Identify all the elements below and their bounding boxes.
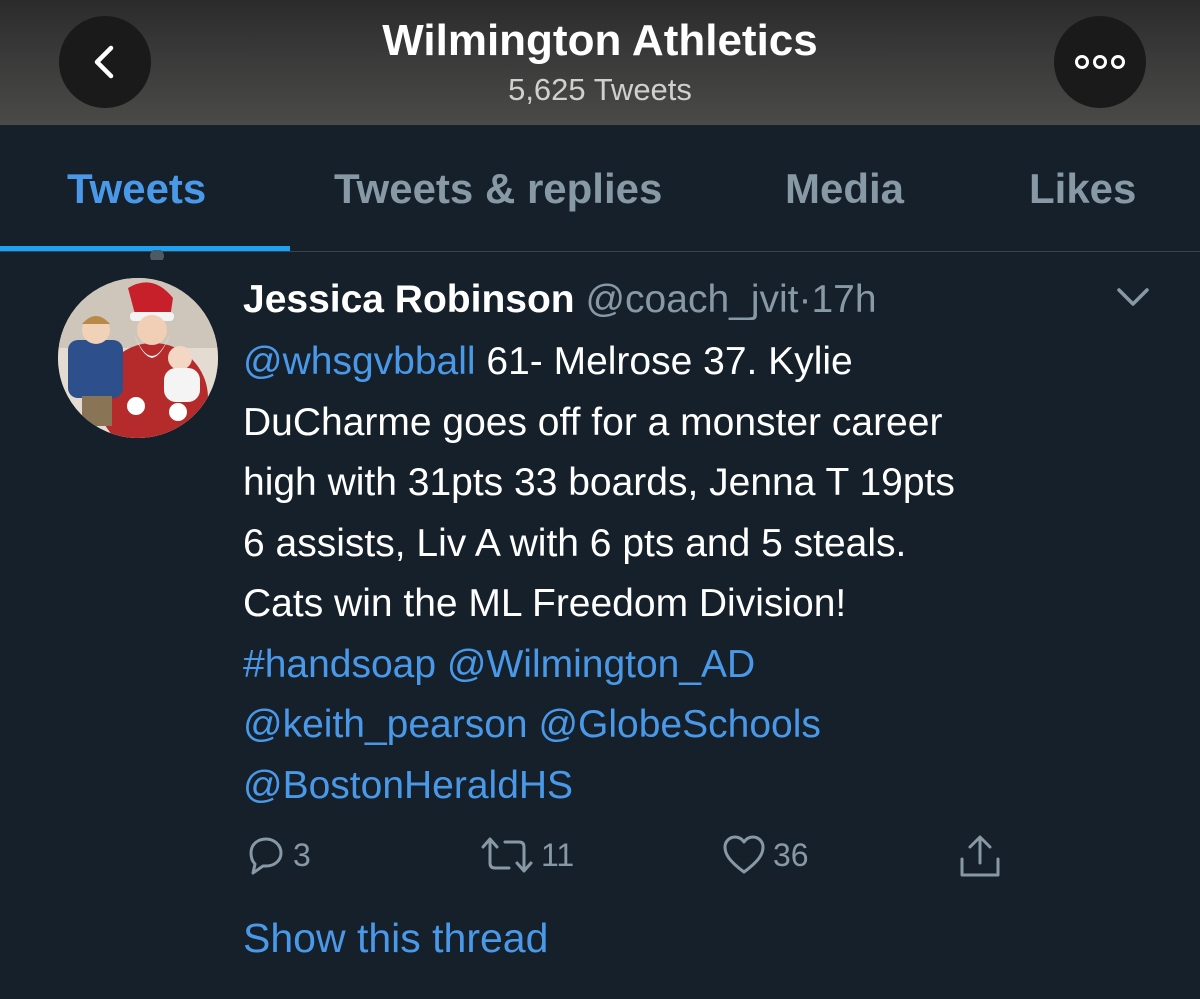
tweet-text: @whsgvbball 61- Melrose 37. Kylie DuChar…: [243, 332, 1143, 816]
more-button[interactable]: [1054, 16, 1146, 108]
chevron-down-icon: [1117, 288, 1149, 306]
tweet-count: 5,625 Tweets: [508, 72, 692, 107]
mention-link[interactable]: @BostonHeraldHS: [243, 764, 573, 807]
tweet-header: Jessica Robinson @coach_jvit·17h: [243, 278, 877, 322]
author-handle[interactable]: @coach_jvit: [585, 278, 798, 321]
separator: ·: [798, 278, 812, 321]
profile-tabs: Tweets Tweets & replies Media Likes: [0, 125, 1200, 252]
tweet-line-6: #handsoap @Wilmington_AD: [243, 635, 1143, 696]
avatar-photo: [58, 278, 218, 438]
tab-tweets-and-replies[interactable]: Tweets & replies: [334, 165, 662, 213]
tweet-menu-button[interactable]: [1113, 282, 1153, 317]
share-icon: [960, 835, 1000, 877]
reply-count: 3: [293, 836, 311, 873]
reply-icon: [249, 837, 283, 875]
profile-header: Wilmington Athletics 5,625 Tweets: [0, 0, 1200, 125]
tab-likes[interactable]: Likes: [1029, 165, 1136, 213]
author-name[interactable]: Jessica Robinson: [243, 278, 575, 321]
mention-link[interactable]: @whsgvbball: [243, 340, 476, 383]
tweet-line-5: Cats win the ML Freedom Division!: [243, 582, 847, 625]
retweet-icon: [481, 837, 533, 873]
tab-media[interactable]: Media: [785, 165, 904, 213]
like-count: 36: [773, 836, 809, 873]
like-button[interactable]: 36: [721, 833, 809, 877]
tweet-line-3: high with 31pts 33 boards, Jenna T 19pts: [243, 461, 955, 504]
tweet-text-segment: 61- Melrose 37. Kylie: [475, 340, 853, 383]
tweet-line-1: @whsgvbball 61- Melrose 37. Kylie: [243, 332, 1143, 393]
tab-tweets[interactable]: Tweets: [67, 165, 206, 213]
tweet-line-7: @keith_pearson @GlobeSchools: [243, 695, 1143, 756]
more-icon: [1075, 55, 1125, 69]
reply-button[interactable]: 3: [243, 833, 311, 877]
retweet-button[interactable]: 11: [479, 833, 574, 877]
tweet-actions: 3 11 36: [243, 833, 1043, 885]
avatar[interactable]: [58, 278, 218, 438]
hashtag-link[interactable]: #handsoap: [243, 643, 436, 686]
profile-title: Wilmington Athletics: [382, 16, 818, 65]
tweet-line-4: 6 assists, Liv A with 6 pts and 5 steals…: [243, 521, 907, 565]
show-thread-link[interactable]: Show this thread: [243, 915, 548, 962]
retweet-count: 11: [541, 836, 575, 873]
timestamp[interactable]: 17h: [811, 278, 876, 321]
share-button[interactable]: [956, 833, 1004, 881]
tweet-line-8: @BostonHeraldHS: [243, 756, 1143, 817]
mention-link[interactable]: @keith_pearson: [243, 703, 528, 746]
mention-link[interactable]: @GlobeSchools: [538, 703, 820, 746]
tweet-line-2: DuCharme goes off for a monster career: [243, 400, 943, 444]
heart-icon: [723, 835, 765, 874]
mention-link[interactable]: @Wilmington_AD: [447, 643, 755, 686]
previous-tweet-edge: [150, 250, 410, 260]
